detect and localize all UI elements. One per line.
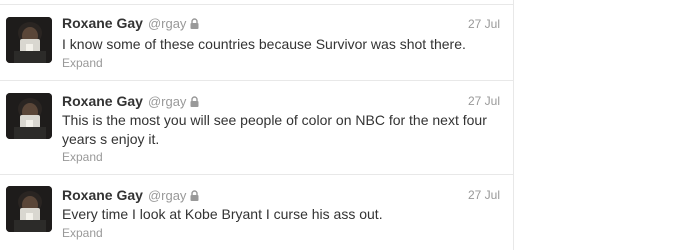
timestamp[interactable]: 27 Jul	[468, 94, 500, 108]
expand-link[interactable]: Expand	[62, 226, 103, 240]
avatar[interactable]	[6, 93, 52, 139]
lock-icon	[190, 16, 199, 32]
avatar-icon	[6, 93, 52, 139]
author-name[interactable]: Roxane Gay @rgay	[62, 15, 199, 32]
tweet-stream: Roxane Gay @rgay 27 Jul I know some of th…	[0, 0, 514, 250]
tweet-text: Every time I look at Kobe Bryant I curse…	[62, 206, 383, 222]
lock-icon	[190, 94, 199, 110]
author-name[interactable]: Roxane Gay @rgay	[62, 93, 199, 110]
avatar-icon	[6, 17, 52, 63]
tweet-text: I know some of these countries because S…	[62, 36, 466, 52]
author-handle[interactable]: @rgay	[148, 94, 187, 109]
tweet-item[interactable]: Roxane Gay @rgay 27 Jul Every time I look…	[0, 175, 513, 250]
lock-icon	[190, 188, 199, 204]
timestamp[interactable]: 27 Jul	[468, 17, 500, 31]
tweet-text: This is the most you will see people of …	[62, 112, 487, 147]
author-handle[interactable]: @rgay	[148, 188, 187, 203]
tweet-item[interactable]: Roxane Gay @rgay 27 Jul I know some of th…	[0, 5, 513, 81]
expand-link[interactable]: Expand	[62, 150, 103, 164]
expand-link[interactable]: Expand	[62, 56, 103, 70]
author-handle[interactable]: @rgay	[148, 16, 187, 31]
author-name[interactable]: Roxane Gay @rgay	[62, 187, 199, 204]
tweet-item[interactable]: Roxane Gay @rgay 27 Jul This is the most …	[0, 81, 513, 175]
avatar[interactable]	[6, 17, 52, 63]
avatar[interactable]	[6, 186, 52, 232]
avatar-icon	[6, 186, 52, 232]
timestamp[interactable]: 27 Jul	[468, 188, 500, 202]
